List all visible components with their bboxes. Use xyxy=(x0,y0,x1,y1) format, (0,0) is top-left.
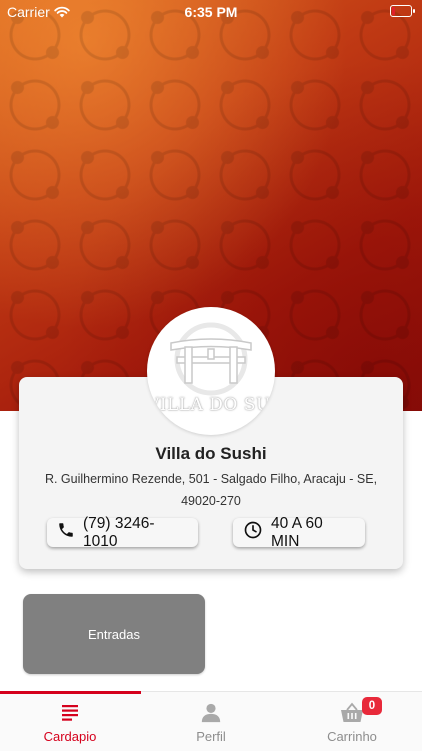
cart-count-badge: 0 xyxy=(362,697,382,715)
restaurant-address: R. Guilhermino Rezende, 501 - Salgado Fi… xyxy=(44,472,378,508)
clock-icon xyxy=(243,520,263,545)
status-time: 6:35 PM xyxy=(184,4,238,20)
battery-icon xyxy=(390,5,415,17)
battery-level xyxy=(392,7,395,15)
basket-icon xyxy=(340,702,364,729)
delivery-time: 40 A 60 MIN xyxy=(271,514,323,550)
tab-label-perfil: Perfil xyxy=(196,729,226,744)
category-label: Entradas xyxy=(87,626,141,642)
phone-icon xyxy=(57,521,75,544)
category-tile-entradas[interactable]: Entradas xyxy=(23,594,205,674)
logo-wordmark: VILLA DO SUSHI xyxy=(147,395,275,415)
menu-lines-icon xyxy=(60,702,80,727)
status-bar: Carrier 6:35 PM xyxy=(0,0,422,24)
tab-label-cardapio: Cardapio xyxy=(43,729,97,744)
delivery-time-button[interactable]: 40 A 60 MIN xyxy=(233,515,365,550)
tab-carrinho[interactable]: Carrinho xyxy=(282,692,422,751)
restaurant-name: Villa do Sushi xyxy=(155,444,267,463)
phone-number: (79) 3246-1010 xyxy=(83,514,155,550)
tab-perfil[interactable]: Perfil xyxy=(141,692,281,751)
tab-bar: Cardapio Perfil Carrinho xyxy=(0,691,422,751)
tab-label-carrinho: Carrinho xyxy=(327,729,377,744)
restaurant-logo: VILLA DO SUSHI xyxy=(147,307,275,435)
tab-cardapio[interactable]: Cardapio xyxy=(0,692,140,751)
person-icon xyxy=(200,702,222,729)
torii-logo-icon xyxy=(170,322,252,396)
phone-button[interactable]: (79) 3246-1010 xyxy=(47,515,198,550)
